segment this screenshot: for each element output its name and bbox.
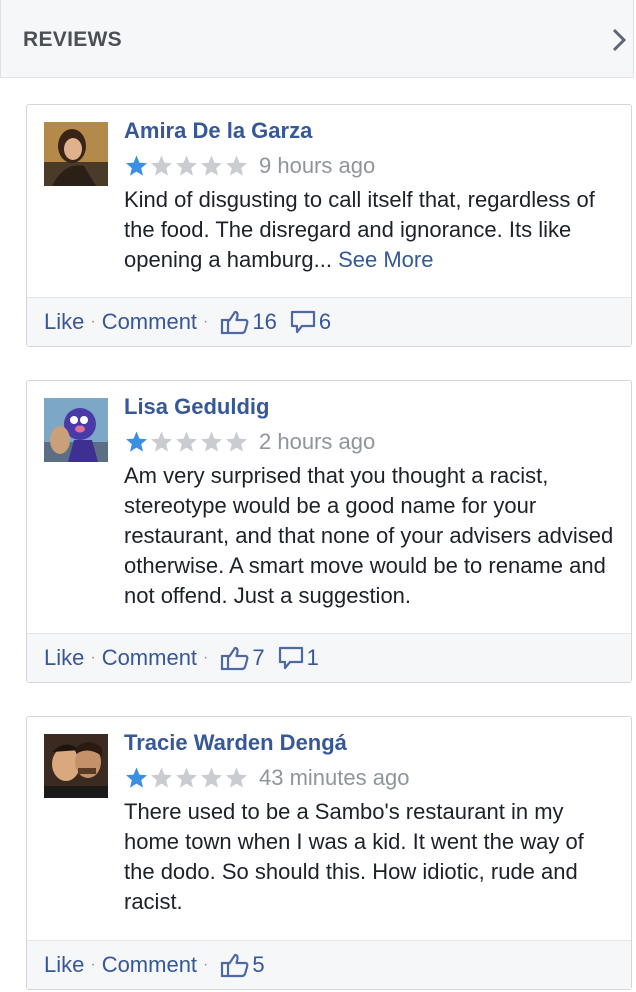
review-card: Amira De la Garza 9 hours ago Kind of di… [26,104,632,347]
star-empty-icon [226,431,247,452]
like-count-group[interactable]: 7 [214,645,265,671]
thumbs-up-icon [221,953,249,978]
review-footer: Like · Comment · 5 [27,940,631,989]
like-count: 7 [252,645,265,670]
like-count-group[interactable]: 5 [214,952,265,978]
like-count-group[interactable]: 16 [214,309,277,335]
review-footer: Like · Comment · 16 6 [27,297,631,346]
star-empty-icon [201,155,222,176]
rating-row: 2 hours ago [124,429,375,455]
avatar[interactable] [44,398,108,462]
review-text: Am very surprised that you thought a rac… [124,463,614,608]
star-empty-icon [201,431,222,452]
comment-link[interactable]: Comment [102,309,197,335]
review-time[interactable]: 43 minutes ago [259,765,409,791]
comment-count: 6 [318,309,332,334]
thumbs-up-icon [221,646,249,671]
like-link[interactable]: Like [44,952,84,978]
like-link[interactable]: Like [44,309,84,335]
separator-dot: · [203,313,209,330]
separator-dot: · [203,649,209,666]
reviewer-name[interactable]: Tracie Warden Dengá [124,730,347,756]
comment-link[interactable]: Comment [102,645,197,671]
comment-count-group[interactable]: 6 [277,309,331,335]
review-time[interactable]: 2 hours ago [259,429,375,455]
star-empty-icon [151,767,172,788]
star-empty-icon [226,155,247,176]
like-link[interactable]: Like [44,645,84,671]
star-filled-icon [126,431,147,452]
star-empty-icon [151,155,172,176]
separator-dot: · [203,956,209,973]
star-rating [124,154,249,178]
rating-row: 9 hours ago [124,153,375,179]
star-empty-icon [176,155,197,176]
star-rating [124,430,249,454]
reviewer-name[interactable]: Amira De la Garza [124,118,312,144]
reviews-panel: REVIEWS Amira De la Garza 9 hours ago Ki… [0,0,636,992]
star-rating [124,766,249,790]
reviewer-name[interactable]: Lisa Geduldig [124,394,269,420]
comment-bubble-icon [278,646,303,670]
separator-dot: · [90,649,96,666]
review-text: Kind of disgusting to call itself that, … [124,185,619,275]
thumbs-up-icon [221,310,249,335]
star-filled-icon [126,767,147,788]
comment-count-group[interactable]: 1 [265,645,319,671]
star-empty-icon [201,767,222,788]
star-empty-icon [176,767,197,788]
star-empty-icon [226,767,247,788]
review-card: Tracie Warden Dengá 43 minutes ago There… [26,716,632,990]
star-filled-icon [126,155,147,176]
review-text: There used to be a Sambo's restaurant in… [124,799,584,914]
avatar[interactable] [44,122,108,186]
comment-link[interactable]: Comment [102,952,197,978]
comment-bubble-icon [290,310,315,334]
reviews-title: REVIEWS [23,28,122,51]
separator-dot: · [90,313,96,330]
rating-row: 43 minutes ago [124,765,409,791]
reviews-header[interactable]: REVIEWS [0,0,634,78]
chevron-right-icon[interactable] [607,27,631,53]
review-time[interactable]: 9 hours ago [259,153,375,179]
comment-count: 1 [306,645,319,670]
see-more-link[interactable]: See More [338,247,433,272]
separator-dot: · [90,956,96,973]
star-empty-icon [176,431,197,452]
like-count: 5 [252,952,265,977]
review-footer: Like · Comment · 7 1 [27,633,631,682]
avatar[interactable] [44,734,108,798]
like-count: 16 [252,309,277,334]
star-empty-icon [151,431,172,452]
review-card: Lisa Geduldig 2 hours ago Am very surpri… [26,380,632,683]
